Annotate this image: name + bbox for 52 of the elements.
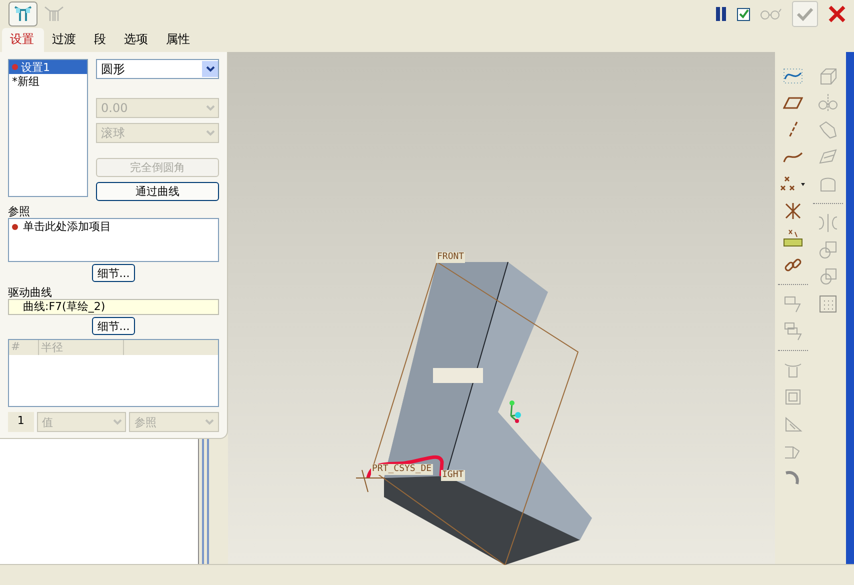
reference-item[interactable]: 单击此处添加项目 [23, 219, 111, 234]
datum-label: FRONT [436, 252, 466, 263]
tab[interactable]: 设置 [2, 28, 44, 52]
glasses-icon[interactable] [760, 8, 782, 20]
details-button[interactable]: 细节... [92, 317, 135, 335]
datum-label: PRT_CSYS_DE [371, 464, 433, 475]
tab[interactable]: 选项 [116, 28, 158, 52]
dot-icon [12, 224, 18, 230]
confirm-button[interactable] [792, 1, 818, 27]
preview-checkbox[interactable] [737, 8, 750, 20]
close-icon[interactable] [828, 5, 846, 23]
csys-icon[interactable] [782, 201, 802, 221]
paste-icon[interactable] [782, 321, 802, 341]
column-header: 半径 [39, 340, 124, 355]
section-label: 驱动曲线 [8, 286, 53, 299]
chevron-icon [205, 419, 214, 425]
shell-icon[interactable] [782, 387, 802, 407]
section-label: 参照 [8, 205, 31, 218]
analysis-icon[interactable] [782, 228, 802, 248]
sketch-curve-icon[interactable] [782, 66, 802, 86]
reference-list[interactable]: 单击此处添加项目 [8, 218, 219, 262]
copy-icon[interactable] [782, 294, 802, 314]
sweep-icon[interactable] [818, 120, 838, 140]
details-button[interactable]: 细节... [92, 264, 135, 282]
chevron-icon [206, 105, 214, 111]
action-button[interactable]: 通过曲线 [96, 182, 219, 201]
curve-field[interactable]: 曲线:F7(草绘_2) [8, 299, 219, 315]
chevron-icon [112, 419, 122, 425]
tab[interactable]: 段 [86, 28, 116, 52]
pause-icon[interactable] [715, 7, 727, 21]
mirror-icon[interactable] [818, 213, 838, 233]
trim-icon[interactable] [818, 267, 838, 287]
rib-icon[interactable] [782, 414, 802, 434]
column-header: # [9, 340, 39, 355]
tooltip-placeholder [433, 368, 483, 383]
row-index: 1 [8, 412, 34, 432]
tab[interactable]: 属性 [158, 28, 200, 52]
chevron-icon [206, 130, 214, 136]
revolve-icon[interactable] [818, 93, 838, 113]
chevron-icon [206, 66, 214, 72]
dot-icon [12, 64, 18, 70]
dropdown[interactable]: 圆形 [96, 59, 219, 79]
set-item[interactable]: *新组 [9, 74, 87, 88]
set-item[interactable]: 设置1 [9, 60, 87, 74]
splitter[interactable] [199, 439, 211, 564]
extrude-icon[interactable] [818, 66, 838, 86]
pattern-icon[interactable] [818, 294, 838, 314]
feature-icon[interactable] [8, 1, 38, 27]
coordinate-axes-icon [510, 400, 521, 423]
merge-icon[interactable] [818, 240, 838, 260]
tab[interactable]: 过渡 [44, 28, 86, 52]
datum-label: IGHT [441, 470, 465, 481]
